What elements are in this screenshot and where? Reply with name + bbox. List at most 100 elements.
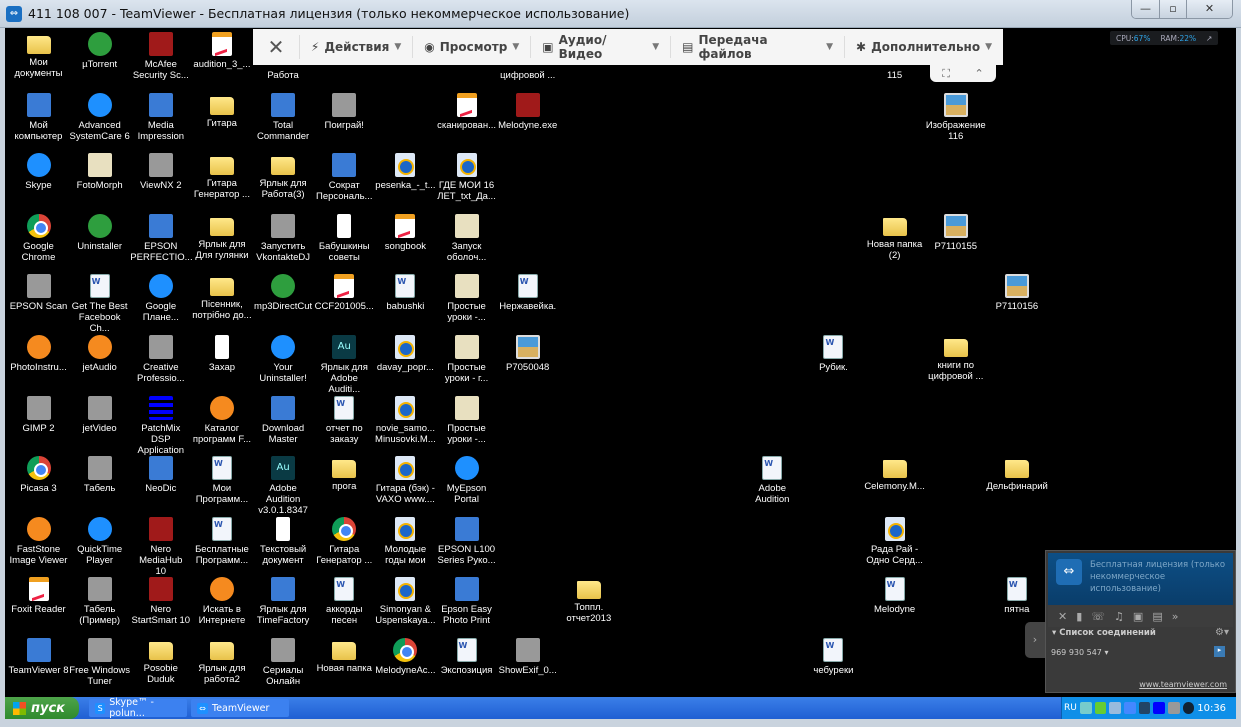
minimize-button[interactable]: —	[1132, 0, 1159, 18]
connection-list-title[interactable]: ▾ Список соединений	[1052, 628, 1156, 638]
patchmix-icon[interactable]	[1153, 702, 1165, 714]
gear-icon[interactable]: ⚙▾	[1215, 627, 1229, 638]
desktop-icon[interactable]: PatchMix DSP Application	[130, 395, 191, 456]
desktop-icon[interactable]: Рубик.	[803, 335, 864, 373]
desktop-icon[interactable]: Поиграй!	[314, 92, 375, 131]
desktop-icon[interactable]: P7110156	[986, 274, 1047, 312]
desktop-icon[interactable]: Сократ Персональ...	[314, 153, 375, 202]
desktop-icon[interactable]: Posobie Duduk	[130, 638, 191, 685]
teamviewer-link[interactable]: www.teamviewer.com	[1139, 680, 1227, 689]
desktop-icon[interactable]: Ярлык для Работа(3)	[253, 153, 314, 200]
desktop-icon[interactable]: чебуреки	[803, 638, 864, 676]
desktop-icon[interactable]: CCF201005...	[314, 274, 375, 312]
desktop-icon[interactable]: babushki	[375, 274, 436, 312]
desktop-icon[interactable]: Запустить VkontakteDJ	[253, 213, 314, 263]
desktop-icon[interactable]: Пісенник, потрібно до...	[191, 274, 252, 321]
desktop-icon[interactable]: Захар	[191, 335, 252, 373]
desktop-icon[interactable]: Простые уроки -...	[436, 395, 497, 445]
desktop-icon[interactable]: Искать в Интернете	[191, 577, 252, 626]
maximize-button[interactable]: ▫	[1159, 0, 1186, 18]
desktop-icon[interactable]: EPSON Scan	[8, 274, 69, 312]
desktop-icon[interactable]: Бабушкины советы	[314, 213, 375, 263]
desktop-icon[interactable]: ShowExif_0...	[497, 638, 558, 676]
desktop-icon[interactable]: MyEpson Portal	[436, 456, 497, 505]
desktop-icon[interactable]: Запуск оболоч...	[436, 213, 497, 263]
desktop-icon[interactable]: Гитара	[191, 93, 252, 129]
collapse-icon[interactable]: ⌃	[975, 67, 984, 80]
desktop-icon[interactable]: GIMP 2	[8, 395, 69, 434]
desktop-icon[interactable]: NeoDic	[130, 456, 191, 494]
video-icon[interactable]: ▮	[1076, 610, 1082, 623]
desktop-icon[interactable]: jetAudio	[69, 335, 130, 373]
desktop-icon[interactable]: Мои документы	[8, 32, 69, 79]
menu-eye[interactable]: ◉ Просмотр ▼	[413, 36, 532, 58]
desktop-icon[interactable]: Сериалы Онлайн	[253, 638, 314, 687]
close-window-button[interactable]: ✕	[1186, 0, 1232, 18]
menu-puzzle[interactable]: ✱ Дополнительно ▼	[845, 36, 1003, 58]
network-icon[interactable]	[1109, 702, 1121, 714]
desktop-icon[interactable]: Простые уроки -...	[436, 274, 497, 323]
start-button[interactable]: пуск	[5, 697, 79, 719]
chat-icon[interactable]: ▣	[1133, 610, 1143, 623]
language-indicator[interactable]: RU	[1064, 703, 1077, 713]
desktop-icon[interactable]: Picasa 3	[8, 456, 69, 494]
tray-icon[interactable]	[1079, 702, 1092, 714]
desktop-icon[interactable]: ГДЕ МОИ 16 ЛЕТ_txt_Да...	[436, 153, 497, 202]
desktop-icon[interactable]: Nero MediaHub 10	[130, 516, 191, 577]
desktop-icon[interactable]: Ярлык для Adobe Auditi...	[314, 335, 375, 395]
task-teamviewer[interactable]: ⇔ TeamViewer	[191, 699, 289, 717]
desktop-icon[interactable]: pesenka_-_t...	[375, 153, 436, 191]
menu-chat[interactable]: ▣ Аудио/Видео ▼	[531, 33, 672, 61]
desktop-icon[interactable]: Google Плане...	[130, 274, 191, 323]
task-skype[interactable]: S Skype™ - polun...	[89, 697, 187, 719]
desktop-icon[interactable]: отчет по заказу	[314, 395, 375, 445]
desktop-icon[interactable]: Рада Рай - Одно Серд...	[864, 516, 925, 566]
tray-icon[interactable]	[1167, 702, 1180, 714]
desktop-icon[interactable]: Изображение 116	[925, 92, 986, 142]
desktop-icon[interactable]: Epson Easy Photo Print	[436, 577, 497, 626]
desktop-icon[interactable]: Uninstaller	[69, 213, 130, 252]
desktop-icon[interactable]: пятна	[986, 577, 1047, 615]
desktop-icon[interactable]: книги по цифровой ...	[925, 335, 986, 382]
tray-icon[interactable]	[1138, 702, 1151, 714]
desktop-icon[interactable]: novie_samo... Minusovki.M...	[375, 395, 436, 445]
desktop-icon[interactable]: mp3DirectCut	[253, 274, 314, 312]
desktop-icon[interactable]: Молодые годы мои	[375, 516, 436, 566]
tray-icon[interactable]	[1182, 702, 1195, 714]
desktop-icon[interactable]: Мои Программ...	[191, 456, 252, 505]
desktop-icon[interactable]: Foxit Reader	[8, 577, 69, 615]
desktop-icon[interactable]: Creative Professio...	[130, 335, 191, 384]
desktop-icon[interactable]: Ярлык для TimeFactory	[253, 577, 314, 626]
desktop-icon[interactable]: Melodyne	[864, 577, 925, 615]
desktop-icon[interactable]: EPSON L100 Series Руко...	[436, 516, 497, 566]
connect-button[interactable]: ▸	[1214, 646, 1225, 657]
desktop-icon[interactable]: прога	[314, 456, 375, 492]
desktop-icon[interactable]: P7050048	[497, 335, 558, 373]
fullscreen-icon[interactable]: ⛶	[942, 67, 950, 81]
desktop-icon[interactable]: Nero StartSmart 10	[130, 577, 191, 626]
desktop-icon[interactable]: аккорды песен	[314, 577, 375, 626]
desktop-icon[interactable]: Топпл. отчет2013	[558, 577, 619, 624]
desktop-icon[interactable]: Adobe Audition	[742, 456, 803, 505]
desktop-icon[interactable]: PhotoInstru...	[8, 335, 69, 373]
popout-icon[interactable]: ↗	[1206, 34, 1212, 43]
desktop-icon[interactable]: Гитара Генератор ...	[314, 516, 375, 566]
tray-icon[interactable]	[1123, 702, 1136, 714]
menu-files[interactable]: ▤ Передача файлов ▼	[671, 33, 846, 61]
desktop-icon[interactable]: Skype	[8, 153, 69, 191]
desktop-icon[interactable]: Media Impression	[130, 92, 191, 142]
desktop-icon[interactable]: Дельфинарий	[986, 456, 1048, 492]
desktop-icon[interactable]: сканирован...	[436, 92, 497, 131]
desktop-icon[interactable]: Download Master	[253, 395, 314, 445]
desktop-icon[interactable]: Мой компьютер	[8, 92, 69, 142]
menu-lightning[interactable]: ⚡ Действия ▼	[300, 36, 414, 58]
desktop-icon[interactable]: Adobe Audition v3.0.1.8347	[253, 456, 314, 516]
desktop-icon[interactable]: Простые уроки - г...	[436, 335, 497, 384]
desktop-icon[interactable]: songbook	[375, 213, 436, 252]
desktop-icon[interactable]: Гитара (бэк) - VAXO www....	[375, 456, 436, 505]
desktop-icon[interactable]: Ярлык для Для гулянки	[191, 214, 252, 261]
desktop-icon[interactable]: Your Uninstaller!	[253, 335, 314, 384]
desktop-icon[interactable]: FastStone Image Viewer	[8, 516, 69, 566]
desktop-icon[interactable]: davay_popr...	[375, 335, 436, 373]
desktop-icon[interactable]: µTorrent	[69, 32, 130, 70]
